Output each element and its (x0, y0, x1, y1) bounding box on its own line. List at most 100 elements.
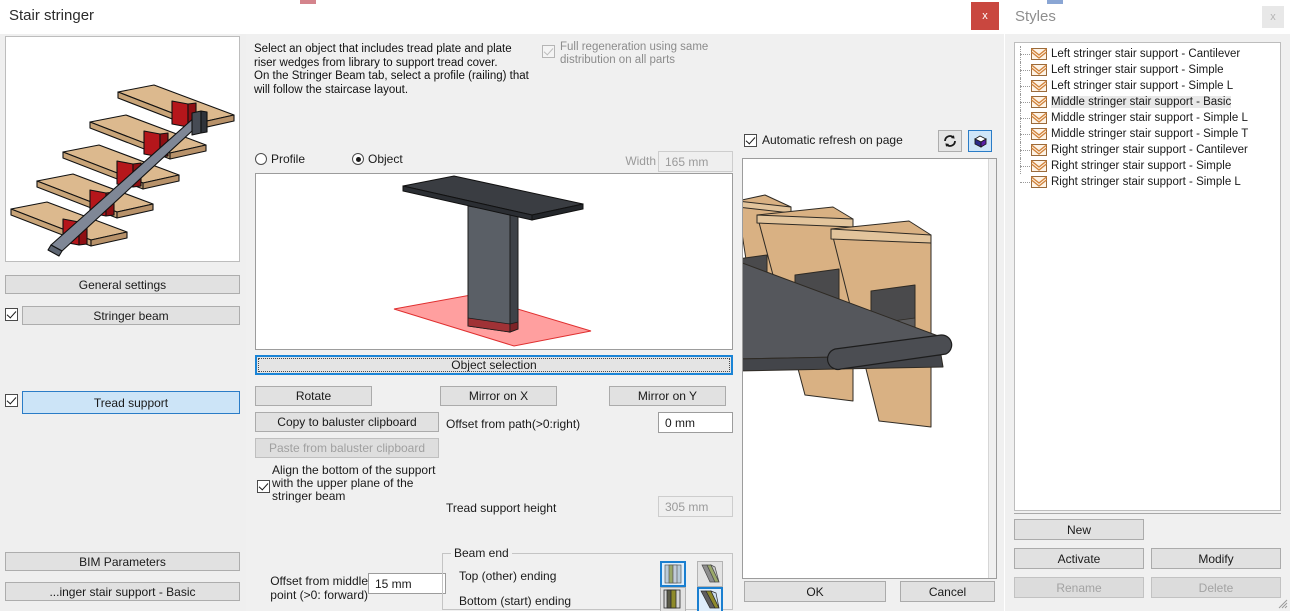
bottom-ending-straight-icon[interactable] (660, 587, 686, 611)
window-tab-marker (300, 0, 316, 4)
beam-end-mitred-svg (699, 589, 721, 611)
styles-tab-marker (1047, 0, 1063, 4)
list-item[interactable]: Right stringer stair support - Simple L (1015, 174, 1280, 190)
stair-thumbnail-svg (6, 37, 239, 261)
cancel-button[interactable]: Cancel (900, 581, 995, 602)
list-item-label: Left stringer stair support - Cantilever (1051, 48, 1240, 60)
ok-button[interactable]: OK (744, 581, 886, 602)
mirror-on-y-button[interactable]: Mirror on Y (609, 386, 726, 406)
button-label: Mirror on X (469, 389, 528, 403)
offset-from-path-label: Offset from path(>0:right) (446, 417, 580, 431)
offset-from-path-field[interactable]: 0 mm (658, 412, 733, 433)
list-item[interactable]: Left stringer stair support - Simple (1015, 62, 1280, 78)
automatic-refresh-label: Automatic refresh on page (762, 133, 903, 147)
styles-close-icon[interactable]: x (1262, 6, 1284, 28)
button-label: Rename (1056, 581, 1101, 595)
panel-splitter[interactable] (246, 34, 254, 611)
refresh-arrows-svg (942, 133, 958, 149)
button-label: Copy to baluster clipboard (277, 415, 416, 429)
radio-label: Profile (271, 152, 305, 166)
modify-style-button[interactable]: Modify (1151, 548, 1281, 569)
list-item-label: Middle stringer stair support - Simple L (1051, 112, 1248, 124)
bim-parameters-button[interactable]: BIM Parameters (5, 552, 240, 571)
button-label: Object selection (451, 358, 536, 372)
tread-support-height-field[interactable]: 305 mm (658, 496, 733, 517)
list-item-label: Right stringer stair support - Simple (1051, 160, 1231, 172)
sidebar-item-stringer-beam[interactable]: Stringer beam (22, 306, 240, 325)
align-bottom-label: Align the bottom of the support with the… (272, 464, 438, 503)
automatic-refresh-checkbox[interactable] (744, 134, 757, 147)
stringer-beam-checkbox[interactable] (5, 308, 18, 321)
dialog-titlebar: Stair stringer x (0, 0, 1004, 34)
styles-titlebar: Styles x (1005, 0, 1290, 34)
large-3d-preview[interactable] (742, 158, 997, 579)
button-label: BIM Parameters (79, 555, 166, 569)
list-item[interactable]: Middle stringer stair support - Simple L (1015, 110, 1280, 126)
list-item[interactable]: Left stringer stair support - Cantilever (1015, 46, 1280, 62)
sidebar-item-label: General settings (79, 278, 166, 292)
button-label: Mirror on Y (638, 389, 697, 403)
list-item[interactable]: Middle stringer stair support - Simple T (1015, 126, 1280, 142)
sidebar-item-general-settings[interactable]: General settings (5, 275, 240, 294)
paste-from-baluster-clipboard-button: Paste from baluster clipboard (255, 438, 439, 458)
list-item-label: Middle stringer stair support - Basic (1051, 96, 1231, 108)
list-item[interactable]: Right stringer stair support - Simple (1015, 158, 1280, 174)
tread-support-checkbox[interactable] (5, 394, 18, 407)
full-regeneration-checkbox[interactable] (542, 45, 555, 58)
list-item[interactable]: Middle stringer stair support - Basic (1015, 94, 1280, 110)
rename-style-button: Rename (1014, 577, 1144, 598)
top-ending-mitred-icon[interactable] (697, 561, 723, 587)
object-preview[interactable] (255, 173, 733, 350)
style-envelope-icon (1031, 48, 1047, 60)
offset-from-middle-field[interactable]: 15 mm (368, 573, 446, 594)
delete-style-button: Delete (1151, 577, 1281, 598)
new-style-button[interactable]: New (1014, 519, 1144, 540)
tread-support-height-label: Tread support height (446, 501, 556, 515)
radio-label: Object (368, 152, 403, 166)
top-ending-straight-icon[interactable] (660, 561, 686, 587)
sidebar-item-label: Stringer beam (93, 309, 168, 323)
bottom-ending-mitred-icon[interactable] (697, 587, 723, 611)
sidebar-item-tread-support[interactable]: Tread support (22, 391, 240, 414)
preview-3d-svg (743, 159, 988, 578)
styles-divider (1014, 513, 1281, 514)
close-icon[interactable]: x (971, 2, 999, 30)
radio-object[interactable]: Object (352, 152, 403, 166)
activate-style-button[interactable]: Activate (1014, 548, 1144, 569)
style-envelope-icon (1031, 96, 1047, 108)
3d-cube-icon[interactable] (968, 130, 992, 152)
style-envelope-icon (1031, 128, 1047, 140)
style-envelope-icon (1031, 112, 1047, 124)
stair-stringer-dialog: Stair stringer x (0, 0, 1004, 611)
list-item-label: Middle stringer stair support - Simple T (1051, 128, 1248, 140)
style-envelope-icon (1031, 160, 1047, 172)
styles-panel-title: Styles (1015, 8, 1056, 25)
rotate-button[interactable]: Rotate (255, 386, 372, 406)
list-item-label: Right stringer stair support - Cantileve… (1051, 144, 1248, 156)
left-navigation-column: General settings Stringer beam Tread sup… (0, 34, 246, 611)
beam-end-group: Beam end Top (other) ending Bottom (star… (442, 553, 733, 610)
button-label: Paste from baluster clipboard (269, 441, 425, 455)
stair-stringer-3d-thumbnail (5, 36, 240, 262)
tread-support-settings-column: Select an object that includes tread pla… (254, 34, 740, 611)
app-root: Stair stringer x (0, 0, 1290, 611)
list-item[interactable]: Left stringer stair support - Simple L (1015, 78, 1280, 94)
current-style-button[interactable]: ...inger stair support - Basic (5, 582, 240, 601)
refresh-icon[interactable] (938, 130, 962, 152)
resize-grip-icon[interactable] (1276, 597, 1288, 609)
align-bottom-checkbox[interactable] (257, 480, 270, 493)
mirror-on-x-button[interactable]: Mirror on X (440, 386, 557, 406)
width-field[interactable]: 165 mm (658, 151, 733, 172)
radio-profile[interactable]: Profile (255, 152, 305, 166)
description-text: Select an object that includes tread pla… (254, 43, 532, 97)
button-label: Modify (1198, 552, 1233, 566)
radio-dot-icon (352, 153, 364, 165)
button-label: ...inger stair support - Basic (49, 585, 195, 599)
style-envelope-icon (1031, 64, 1047, 76)
preview-scrollbar[interactable] (988, 159, 996, 578)
copy-to-baluster-clipboard-button[interactable]: Copy to baluster clipboard (255, 412, 439, 432)
styles-tree-list[interactable]: Left stringer stair support - Cantilever… (1014, 42, 1281, 511)
list-item[interactable]: Right stringer stair support - Cantileve… (1015, 142, 1280, 158)
object-selection-button[interactable]: Object selection (255, 355, 733, 375)
button-label: Delete (1199, 581, 1234, 595)
